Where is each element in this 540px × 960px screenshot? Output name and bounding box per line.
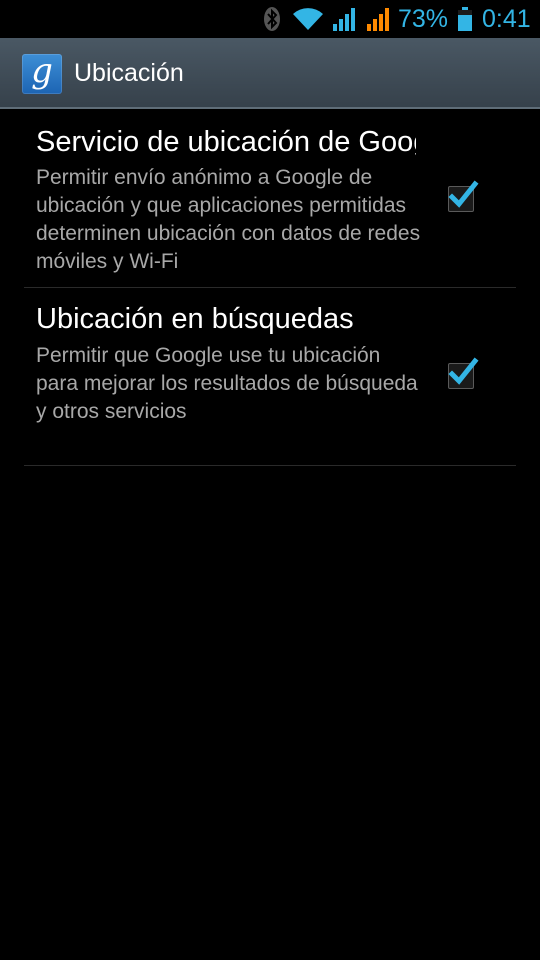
bluetooth-icon bbox=[262, 0, 282, 38]
pref-title: Ubicación en búsquedas bbox=[36, 303, 354, 335]
signal-roaming-icon bbox=[366, 0, 392, 38]
clock: 0:41 bbox=[482, 5, 531, 33]
pref-title: Servicio de ubicación de Google bbox=[36, 126, 416, 158]
wifi-icon bbox=[292, 0, 324, 38]
action-bar: g Ubicación bbox=[0, 38, 540, 109]
checkmark-icon bbox=[448, 357, 479, 385]
pref-google-location-service[interactable]: Servicio de ubicación de Google Permitir… bbox=[24, 110, 516, 288]
pref-summary: Permitir envío anónimo a Google de ubica… bbox=[36, 166, 421, 273]
signal-icon bbox=[332, 0, 358, 38]
page-title: Ubicación bbox=[74, 59, 184, 87]
battery-percent: 73% bbox=[398, 5, 449, 33]
status-bar: 73% 0:41 bbox=[0, 0, 540, 38]
search-location-checkbox[interactable] bbox=[448, 357, 479, 389]
pref-search-location[interactable]: Ubicación en búsquedas Permitir que Goog… bbox=[24, 288, 516, 466]
battery-icon bbox=[457, 0, 473, 38]
checkmark-icon bbox=[448, 180, 479, 208]
google-location-checkbox[interactable] bbox=[448, 180, 479, 212]
google-app-icon[interactable]: g bbox=[22, 51, 62, 94]
pref-summary: Permitir que Google use tu ubicación par… bbox=[36, 344, 418, 423]
